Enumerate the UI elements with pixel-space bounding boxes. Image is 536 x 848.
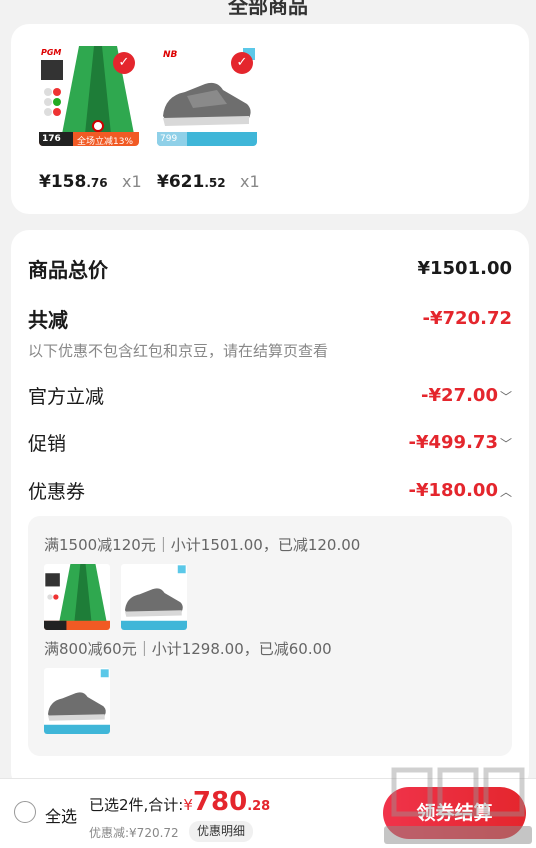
product-price: ¥621.52 [157, 172, 226, 192]
product-tag-price: 799 [160, 134, 178, 144]
product-item[interactable]: NB 799 ✓ [157, 46, 261, 146]
total-value: ¥1501.00 [417, 258, 512, 279]
brand-logo: PGM [41, 48, 62, 57]
coupon-product-thumbnail-sneaker [44, 668, 110, 734]
chevron-down-icon[interactable]: ﹀ [500, 390, 512, 404]
promo-label: 促销 [28, 433, 67, 455]
product-thumbnail-sneaker[interactable]: NB 799 ✓ [157, 46, 257, 146]
coupon-line: 满800减60元｜小计1298.00，已减60.00 [44, 640, 332, 658]
official-discount-row[interactable]: 官方立减 -¥27.00 ﹀ [28, 382, 512, 409]
coupon-row[interactable]: 优惠券 -¥180.00 ︿ [28, 477, 512, 504]
promotion-row[interactable]: 促销 -¥499.73 ﹀ [28, 429, 512, 456]
coupon-value: -¥180.00 [408, 480, 498, 501]
selected-products-card: PGM 176 全场立减13% ✓ ¥158.76 x1 NB 799 ✓ ¥6… [11, 24, 529, 214]
total-summary: 已选2件,合计:¥780.28 [89, 787, 271, 817]
discount-note: 以下优惠不包含红包和京豆，请在结算页查看 [28, 342, 329, 360]
page-title: 全部商品 [228, 0, 308, 18]
total-row: 商品总价 ¥1501.00 [28, 254, 512, 283]
price-breakdown-card: 商品总价 ¥1501.00 共减 -¥720.72 以下优惠不包含红包和京豆，请… [11, 230, 529, 790]
promo-value: -¥499.73 [408, 432, 498, 453]
chevron-up-icon[interactable]: ︿ [500, 485, 512, 499]
checked-icon[interactable]: ✓ [113, 52, 135, 74]
reduce-value: -¥720.72 [422, 308, 512, 329]
checkout-bar: 全选 已选2件,合计:¥780.28 优惠减:¥720.72 优惠明细 领券结算 [0, 778, 536, 848]
official-label: 官方立减 [28, 386, 105, 408]
product-quantity: x1 [122, 172, 142, 191]
product-tag-price: 176 [42, 134, 61, 144]
discount-summary: 优惠减:¥720.72 [89, 826, 179, 840]
discount-detail-button[interactable]: 优惠明细 [189, 821, 254, 842]
product-thumbnail-golf-mat[interactable]: PGM 176 全场立减13% ✓ [39, 46, 139, 146]
product-price: ¥158.76 [39, 172, 108, 192]
checked-icon[interactable]: ✓ [231, 52, 253, 74]
select-all-radio[interactable] [14, 801, 36, 823]
official-value: -¥27.00 [421, 385, 498, 406]
coupon-product-thumbnail-golf-mat [44, 564, 110, 630]
coupon-label: 优惠券 [28, 481, 86, 503]
select-all-label[interactable]: 全选 [45, 803, 77, 827]
chevron-down-icon[interactable]: ﹀ [500, 437, 512, 451]
nb-logo-icon: NB [163, 50, 178, 60]
reduce-label: 共减 [28, 308, 68, 332]
coupon-detail-box: 满1500减120元｜小计1501.00，已减120.00 满800减60元｜小 [28, 516, 512, 756]
product-quantity: x1 [240, 172, 260, 191]
coupon-line: 满1500减120元｜小计1501.00，已减120.00 [44, 536, 361, 554]
checkout-button[interactable]: 领券结算 [383, 787, 526, 839]
product-tag-promo: 全场立减13% [77, 137, 134, 146]
product-item[interactable]: PGM 176 全场立减13% ✓ [39, 46, 143, 146]
total-label: 商品总价 [28, 258, 108, 282]
coupon-product-thumbnail-sneaker [121, 564, 187, 630]
reduce-row: 共减 -¥720.72 [28, 304, 512, 333]
